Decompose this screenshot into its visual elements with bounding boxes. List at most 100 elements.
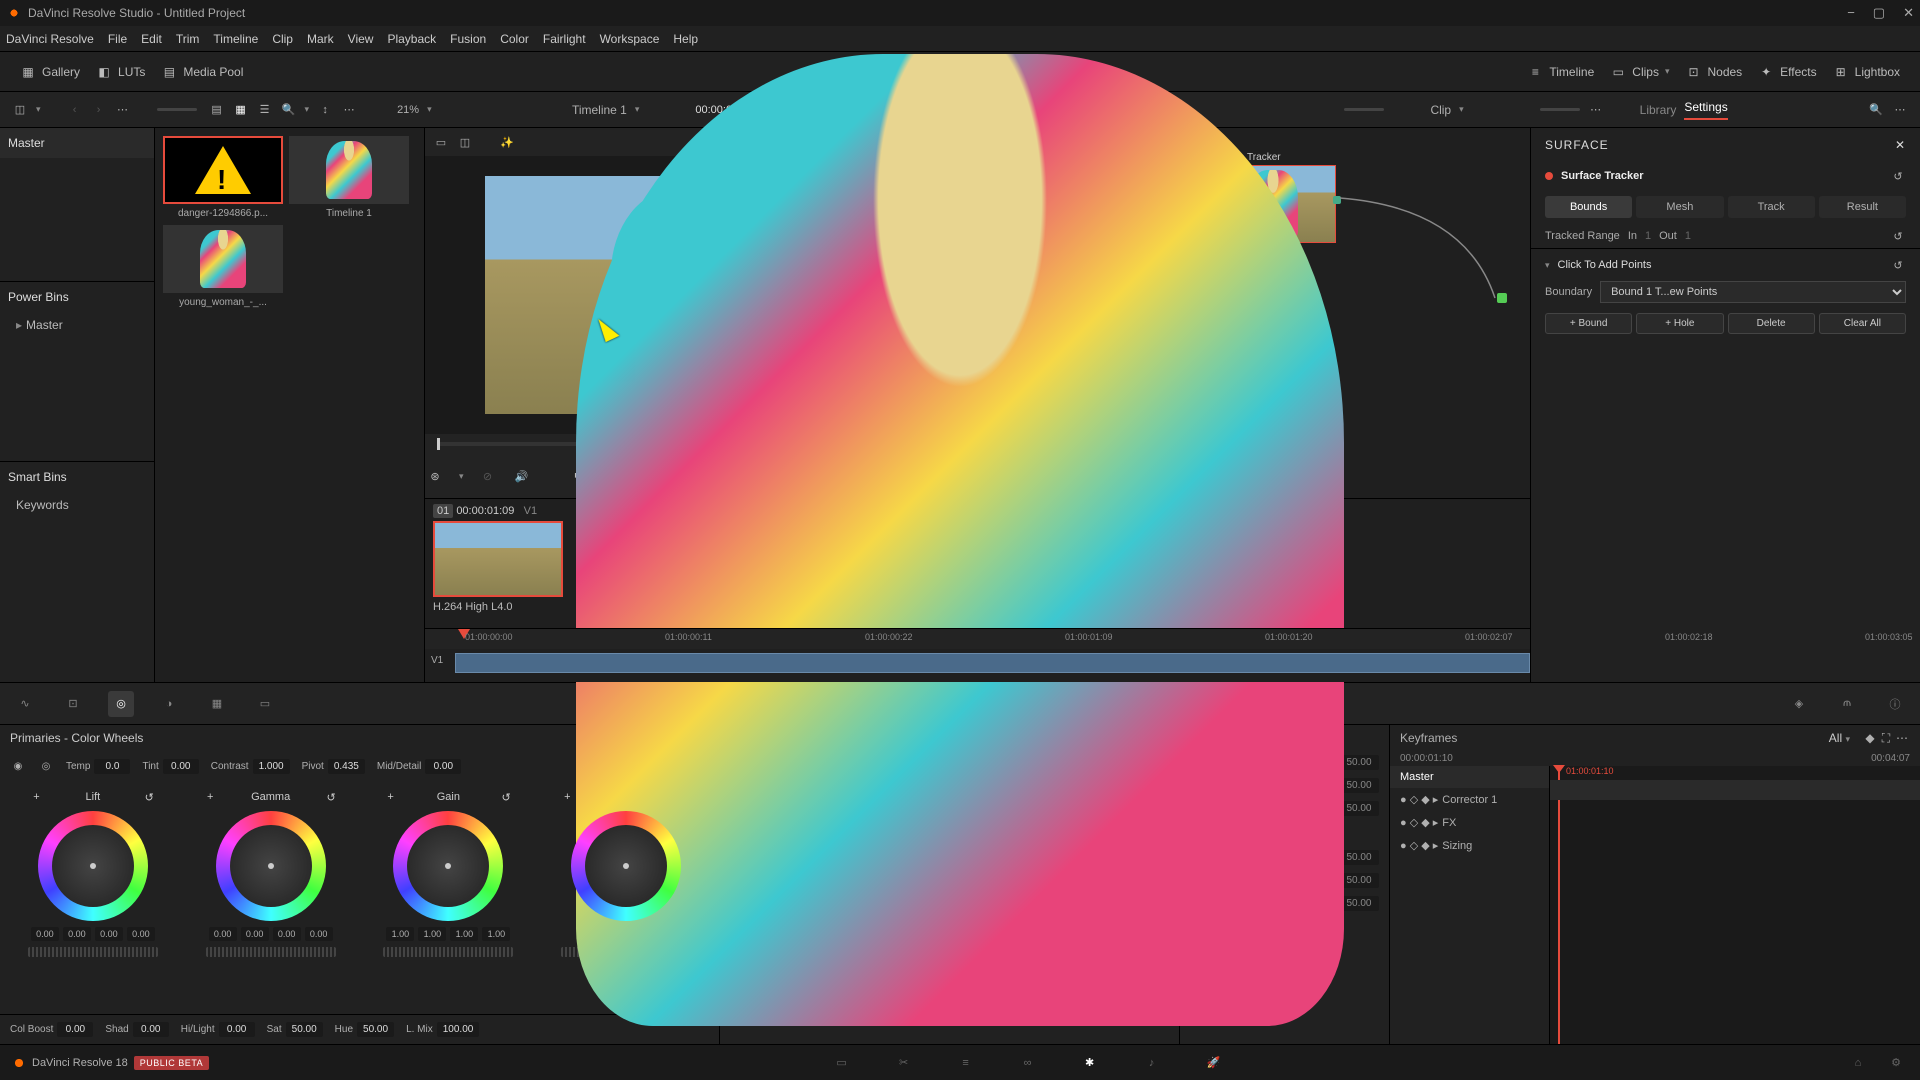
menu-fusion[interactable]: Fusion — [450, 32, 486, 46]
menu-fairlight[interactable]: Fairlight — [543, 32, 586, 46]
timeline-clip[interactable] — [455, 653, 1530, 673]
md-value[interactable]: 0.00 — [425, 759, 461, 774]
add-bound-button[interactable]: + Bound — [1545, 313, 1632, 334]
kf-expand-icon[interactable]: ⛶ — [1878, 730, 1894, 746]
more-icon[interactable]: ⋯ — [115, 102, 131, 118]
more-icon-4[interactable]: ⋯ — [1588, 102, 1604, 118]
gain-reset-icon[interactable]: ↺ — [498, 789, 514, 805]
boundary-select[interactable]: Bound 1 T...ew Points — [1600, 281, 1906, 303]
media-item-3[interactable]: young_woman_-_... — [163, 225, 283, 308]
lift-reset-icon[interactable]: ↺ — [141, 789, 157, 805]
wand-icon[interactable]: ✨ — [499, 134, 515, 150]
kf-corrector[interactable]: ● ◇ ◆ ▸Corrector 1 — [1390, 788, 1549, 811]
smart-bins[interactable]: Smart Bins — [0, 461, 154, 492]
menu-workspace[interactable]: Workspace — [600, 32, 660, 46]
media-item-2[interactable]: Timeline 1 — [289, 136, 409, 219]
menu-playback[interactable]: Playback — [387, 32, 436, 46]
rgb-icon[interactable]: ▦ — [204, 691, 230, 717]
kf-sizing[interactable]: ● ◇ ◆ ▸Sizing — [1390, 834, 1549, 857]
sort-icon[interactable]: ↕ — [317, 102, 333, 118]
hdr-icon[interactable]: ◑ — [156, 691, 182, 717]
gallery-button[interactable]: ▦Gallery — [12, 60, 88, 84]
picker-white-icon[interactable]: ◎ — [38, 758, 54, 774]
close-surface-icon[interactable]: ✕ — [1895, 138, 1906, 152]
kf-more-icon[interactable]: ⋯ — [1894, 730, 1910, 746]
kf-fx[interactable]: ● ◇ ◆ ▸FX — [1390, 811, 1549, 834]
timeline[interactable]: 01:00:00:00 01:00:00:11 01:00:00:22 01:0… — [425, 628, 1530, 682]
list-icon-2[interactable]: ☰ — [257, 102, 273, 118]
reset-points-icon[interactable]: ↺ — [1890, 257, 1906, 273]
offset-wheel[interactable] — [571, 811, 681, 921]
curves-icon[interactable]: ∿ — [12, 691, 38, 717]
tab-bounds[interactable]: Bounds — [1545, 196, 1632, 218]
menu-color[interactable]: Color — [500, 32, 529, 46]
highlight-icon[interactable]: ▭ — [433, 134, 449, 150]
bypass2-icon[interactable]: ⊘ — [478, 466, 498, 486]
lift-plus-icon[interactable]: + — [29, 789, 45, 805]
kf-all-button[interactable]: All ▾ — [1829, 731, 1850, 745]
mute-icon[interactable]: 🔊 — [512, 466, 532, 486]
gain-wheel[interactable] — [393, 811, 503, 921]
layout-icon[interactable]: ◫ — [12, 102, 28, 118]
reset-tracker-icon[interactable]: ↺ — [1890, 168, 1906, 184]
nav-back-icon[interactable]: ‹ — [67, 102, 83, 118]
picker-black-icon[interactable]: ◉ — [10, 758, 26, 774]
tilt-value[interactable]: 50.00 — [1339, 778, 1379, 793]
menu-davinci[interactable]: DaVinci Resolve — [6, 32, 94, 46]
motion-icon[interactable]: ▭ — [252, 691, 278, 717]
timeline-label[interactable]: Timeline 1 — [572, 103, 627, 117]
hue-value[interactable]: 50.00 — [357, 1022, 394, 1037]
lightbox-button[interactable]: ⊞Lightbox — [1825, 60, 1908, 84]
search-icon-2[interactable]: 🔍 — [1868, 102, 1884, 118]
clips-button[interactable]: ▭Clips▾ — [1602, 60, 1677, 84]
menu-clip[interactable]: Clip — [272, 32, 293, 46]
wheels-icon[interactable]: ◎ — [108, 691, 134, 717]
edit-page-icon[interactable]: ≡ — [954, 1051, 978, 1075]
menu-timeline[interactable]: Timeline — [213, 32, 258, 46]
media-page-icon[interactable]: ▭ — [830, 1051, 854, 1075]
gamma-reset-icon[interactable]: ↺ — [323, 789, 339, 805]
clip-label[interactable]: Clip — [1430, 103, 1451, 117]
delete-button[interactable]: Delete — [1728, 313, 1815, 334]
kf-playhead[interactable] — [1558, 766, 1560, 1044]
kf-master[interactable]: Master — [1390, 766, 1549, 788]
hilight-value[interactable]: 0.00 — [219, 1022, 255, 1037]
contrast-value[interactable]: 1.000 — [253, 759, 290, 774]
thumb-slider[interactable] — [157, 108, 197, 111]
aspect-value[interactable]: 50.00 — [1339, 755, 1379, 770]
effects-button[interactable]: ✦Effects — [1750, 60, 1824, 84]
opacity-value[interactable]: 50.00 — [1339, 801, 1379, 816]
pivot-value[interactable]: 0.435 — [328, 759, 365, 774]
gamma-wheel[interactable] — [216, 811, 326, 921]
list-icon-1[interactable]: ▤ — [209, 102, 225, 118]
fx-toggle-icon[interactable]: ⊛ — [425, 466, 445, 486]
kf-add-icon[interactable]: ◆ — [1862, 730, 1878, 746]
deliver-page-icon[interactable]: 🚀 — [1202, 1051, 1226, 1075]
media-item-1[interactable]: danger-1294866.p... — [163, 136, 283, 219]
node-output[interactable] — [1497, 293, 1507, 303]
menu-trim[interactable]: Trim — [176, 32, 200, 46]
kf-icon[interactable]: ◈ — [1786, 691, 1812, 717]
scope-icon[interactable]: ⫙ — [1834, 691, 1860, 717]
kf-graph[interactable]: 01:00:01:10 — [1550, 766, 1920, 1044]
gain-jog[interactable] — [383, 947, 513, 957]
gamma-jog[interactable] — [206, 947, 336, 957]
colboost-value[interactable]: 0.00 — [57, 1022, 93, 1037]
nav-fwd-icon[interactable]: › — [91, 102, 107, 118]
timeline-button[interactable]: ≡Timeline — [1519, 60, 1602, 84]
maximize-button[interactable]: ▢ — [1873, 5, 1885, 21]
settings-tab[interactable]: Settings — [1684, 100, 1727, 120]
shad-value[interactable]: 0.00 — [133, 1022, 169, 1037]
tint-value[interactable]: 0.00 — [163, 759, 199, 774]
temp-value[interactable]: 0.0 — [94, 759, 130, 774]
more-icon-2[interactable]: ⋯ — [341, 102, 357, 118]
tab-result[interactable]: Result — [1819, 196, 1906, 218]
master-bin[interactable]: Master — [0, 128, 154, 158]
luts-button[interactable]: ◧LUTs — [88, 60, 153, 84]
lmix-value[interactable]: 100.00 — [437, 1022, 480, 1037]
menu-edit[interactable]: Edit — [141, 32, 162, 46]
mediapool-button[interactable]: ▤Media Pool — [153, 60, 251, 84]
cut-page-icon[interactable]: ✂ — [892, 1051, 916, 1075]
search-icon[interactable]: 🔍 — [281, 102, 297, 118]
info-icon[interactable]: ⓘ — [1882, 691, 1908, 717]
